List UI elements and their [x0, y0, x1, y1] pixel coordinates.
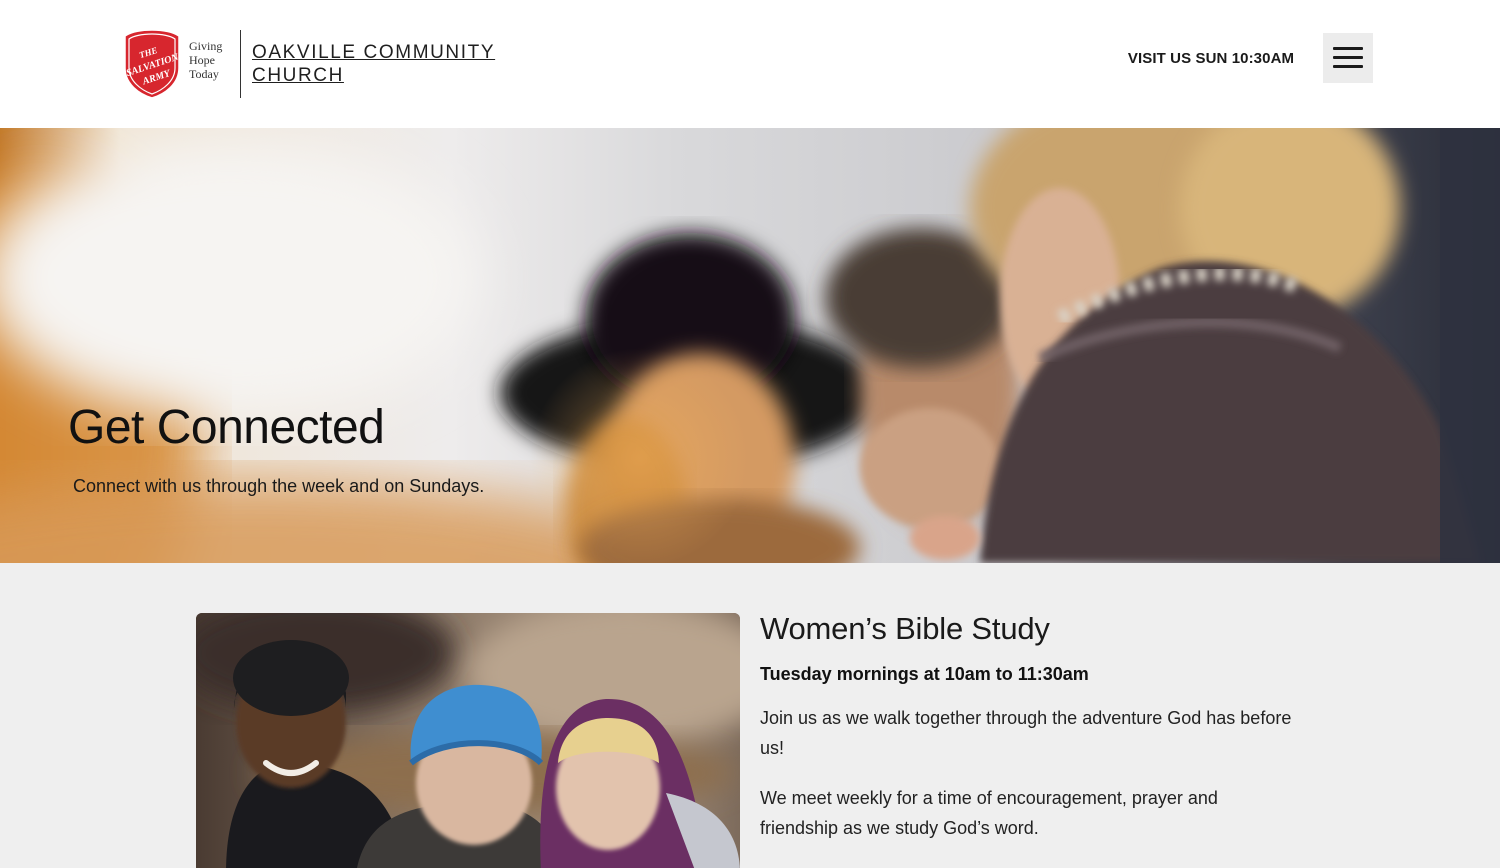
ministry-title: Women’s Bible Study [760, 611, 1050, 646]
church-name-line: CHURCH [252, 65, 344, 86]
ministry-description: Join us as we walk together through the … [760, 708, 1292, 758]
menu-button[interactable] [1323, 33, 1373, 83]
church-name-line: OAKVILLE COMMUNITY [252, 42, 496, 63]
womens-bible-study-photo [196, 613, 740, 868]
ministry-schedule: Tuesday mornings at 10am to 11:30am [760, 664, 1089, 684]
logo-divider [240, 30, 241, 98]
tagline-line: Today [189, 67, 219, 81]
visit-us-link[interactable]: VISIT US SUN 10:30AM [1122, 50, 1300, 67]
hero-banner: Get Connected Connect with us through th… [0, 128, 1500, 563]
tagline-line: Hope [189, 53, 215, 67]
church-name[interactable]: OAKVILLE COMMUNITY CHURCH [252, 41, 495, 87]
tagline-line: Giving [189, 39, 223, 53]
hero-background-photo [0, 128, 1500, 563]
ministry-description: We meet weekly for a time of encourageme… [760, 788, 1218, 838]
site-header: THE SALVATION ARMY Giving Hope Today OAK… [0, 0, 1500, 128]
logo-tagline: Giving Hope Today [189, 39, 222, 81]
page-title: Get Connected [68, 401, 385, 454]
hero-subtitle: Connect with us through the week and on … [73, 476, 485, 496]
salvation-army-shield-logo: THE SALVATION ARMY [124, 29, 181, 99]
ministry-section: Women’s Bible Study Tuesday mornings at … [0, 563, 1500, 868]
